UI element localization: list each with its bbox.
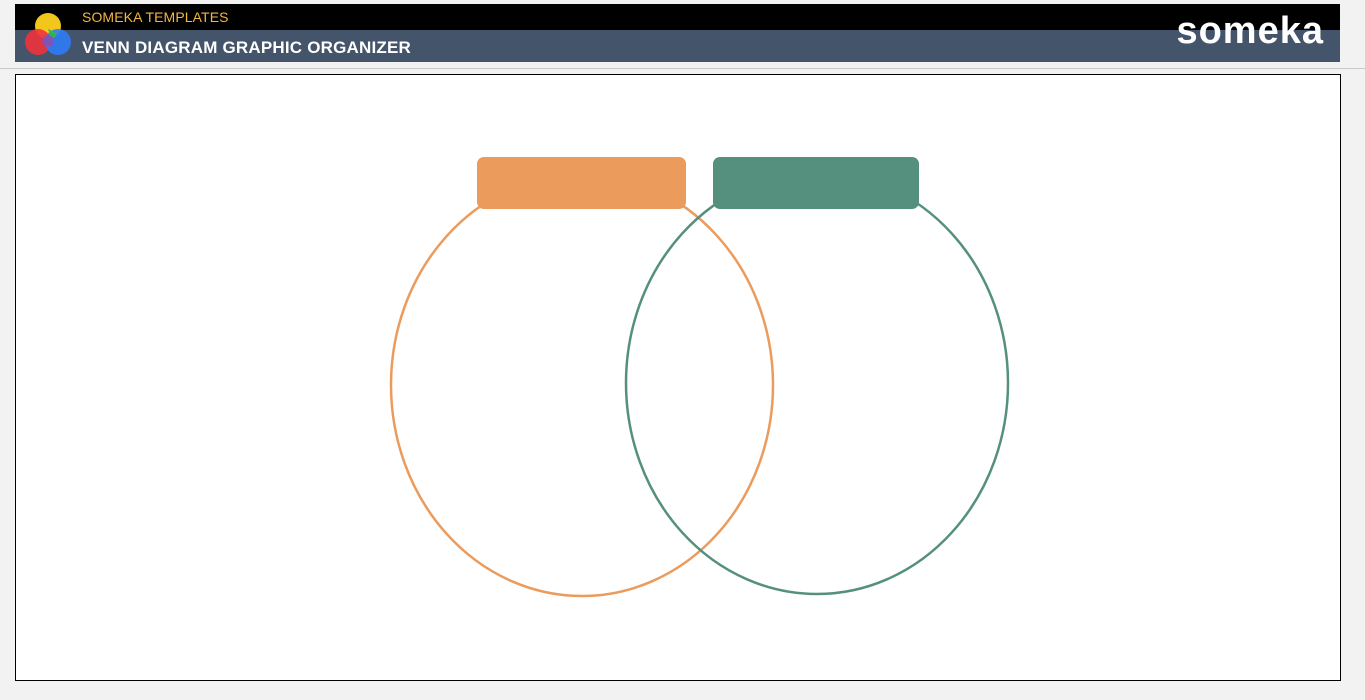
app-header: SOMEKA TEMPLATES VENN DIAGRAM GRAPHIC OR…: [15, 4, 1340, 62]
header-divider: [0, 68, 1365, 69]
set-b-label-box[interactable]: [713, 157, 919, 209]
color-circles-logo-icon: [25, 13, 71, 55]
set-a-label-box[interactable]: [477, 157, 686, 209]
venn-canvas: [15, 74, 1341, 681]
someka-wordmark[interactable]: someka: [1176, 12, 1324, 50]
brand-line: SOMEKA TEMPLATES: [82, 9, 229, 25]
set-b-circle[interactable]: [624, 170, 1010, 596]
set-a-circle[interactable]: [389, 172, 775, 598]
page-title: VENN DIAGRAM GRAPHIC ORGANIZER: [82, 38, 412, 57]
